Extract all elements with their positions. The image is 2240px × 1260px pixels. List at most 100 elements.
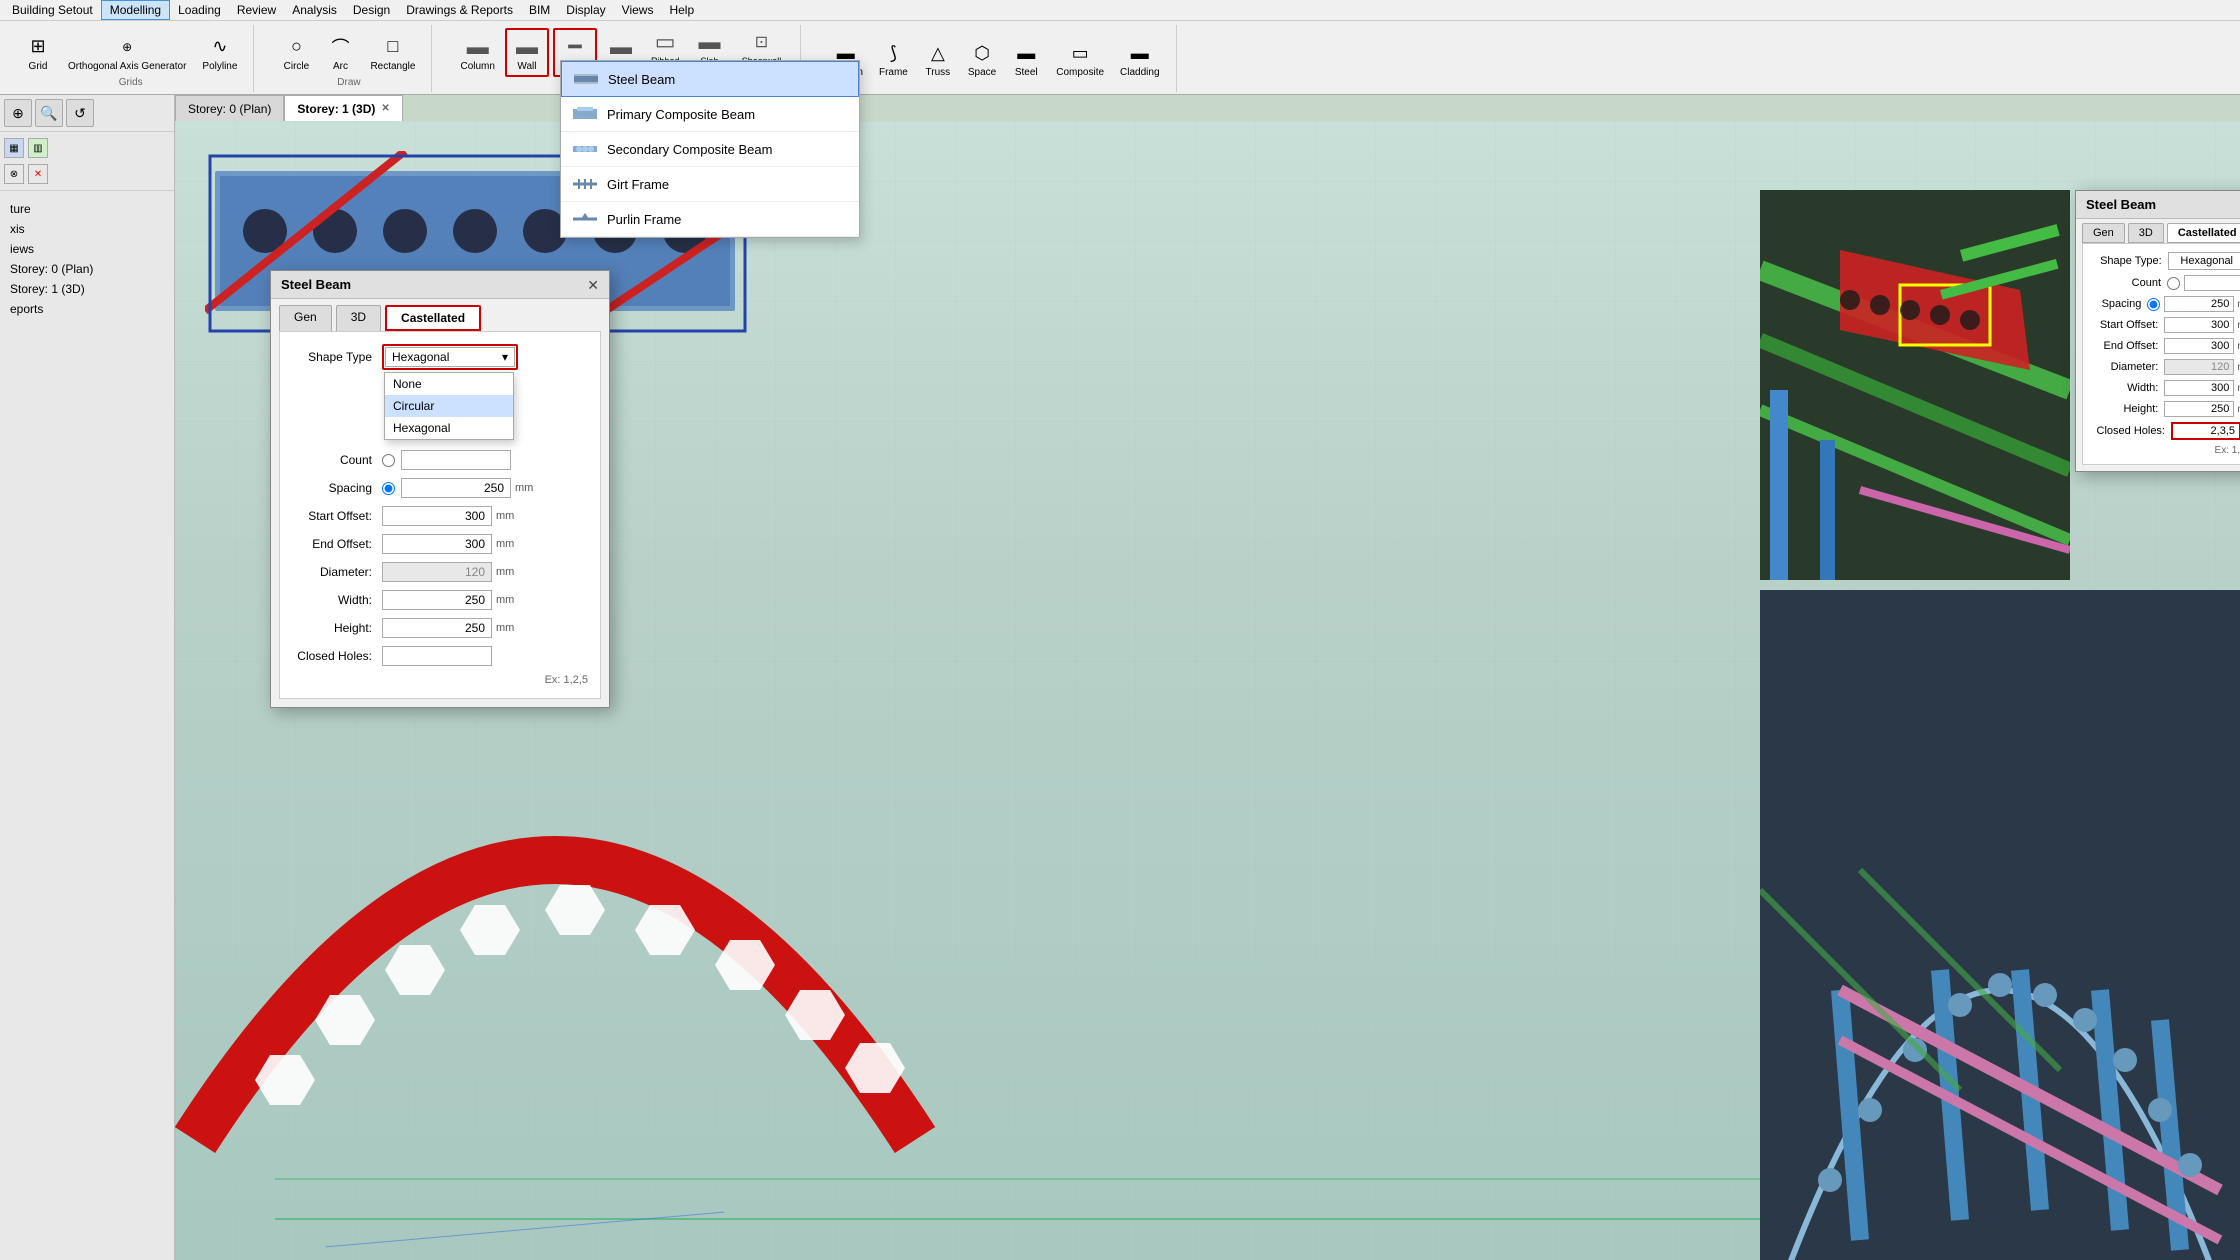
right-count-input[interactable] — [2184, 275, 2240, 291]
draw-group-label: Draw — [337, 77, 360, 88]
menu-bim[interactable]: BIM — [521, 1, 558, 19]
start-offset-input[interactable] — [382, 506, 492, 526]
beam-dropdown-steel-beam[interactable]: Steel Beam — [561, 61, 859, 97]
dialog-main-close[interactable]: ✕ — [587, 278, 599, 292]
grids-buttons: ⊞ Grid ⊕ Orthogonal Axis Generator ∿ Pol… — [18, 30, 243, 75]
spacing-label: Spacing — [292, 481, 382, 495]
dialog-tab-3d[interactable]: 3D — [336, 305, 381, 331]
right-spacing-radio[interactable] — [2147, 298, 2160, 311]
beam-icon: ━ — [561, 33, 589, 61]
steel-label: Steel — [1015, 67, 1038, 78]
column-button-rc[interactable]: ▬ Column — [454, 30, 500, 75]
count-radio[interactable] — [382, 454, 395, 467]
count-input[interactable] — [401, 450, 511, 470]
left-icon-3[interactable]: ⊗ — [4, 164, 24, 184]
right-closed-holes-input[interactable] — [2171, 422, 2240, 440]
right-shape-select[interactable]: Hexagonal None Circular — [2168, 252, 2240, 270]
left-item-xis[interactable]: xis — [8, 219, 166, 239]
spacing-radio[interactable] — [382, 482, 395, 495]
menu-review[interactable]: Review — [229, 1, 284, 19]
shape-type-arrow: ▾ — [502, 350, 508, 364]
composite-button[interactable]: ▭ Composite — [1050, 36, 1110, 81]
shape-type-row: Shape Type Hexagonal ▾ None Circular Hex… — [292, 344, 588, 370]
spacing-input[interactable] — [401, 478, 511, 498]
grid-button[interactable]: ⊞ Grid — [18, 30, 58, 75]
closed-holes-input[interactable] — [382, 646, 492, 666]
right-count-label: Count — [2091, 277, 2167, 289]
girt-icon — [573, 175, 597, 193]
left-toolbar-btn-2[interactable]: 🔍 — [35, 99, 63, 127]
right-height-input[interactable] — [2164, 401, 2234, 417]
beam-dropdown-girt[interactable]: Girt Frame — [561, 167, 859, 202]
left-item-reports[interactable]: eports — [8, 299, 166, 319]
storey-tab-1[interactable]: Storey: 1 (3D) ✕ — [284, 95, 402, 121]
cladding-button[interactable]: ▬ Cladding — [1114, 36, 1165, 81]
storey-tab-0[interactable]: Storey: 0 (Plan) — [175, 95, 284, 121]
end-offset-unit: mm — [496, 538, 514, 550]
right-tab-castellated[interactable]: Castellated — [2167, 223, 2240, 243]
right-start-offset-input[interactable] — [2164, 317, 2234, 333]
dialog-tab-gen[interactable]: Gen — [279, 305, 332, 331]
right-tab-3d[interactable]: 3D — [2128, 223, 2164, 243]
right-spacing-input[interactable] — [2164, 296, 2234, 312]
right-tab-gen[interactable]: Gen — [2082, 223, 2125, 243]
left-item-ture[interactable]: ture — [8, 199, 166, 219]
shape-option-none[interactable]: None — [385, 373, 513, 395]
viewport-3d-right — [1760, 190, 2070, 580]
left-icon-2[interactable]: ▥ — [28, 138, 48, 158]
shape-option-circular[interactable]: Circular — [385, 395, 513, 417]
left-icon-1[interactable]: ▦ — [4, 138, 24, 158]
beam-dropdown-primary[interactable]: Primary Composite Beam — [561, 97, 859, 132]
diameter-input[interactable] — [382, 562, 492, 582]
right-count-radio[interactable] — [2167, 277, 2180, 290]
steel-button[interactable]: ▬ Steel — [1006, 36, 1046, 81]
menu-views[interactable]: Views — [614, 1, 662, 19]
space-button[interactable]: ⬡ Space — [962, 36, 1002, 81]
menu-help[interactable]: Help — [661, 1, 702, 19]
menu-loading[interactable]: Loading — [170, 1, 229, 19]
left-item-storey0[interactable]: Storey: 0 (Plan) — [8, 259, 166, 279]
menu-drawings[interactable]: Drawings & Reports — [398, 1, 521, 19]
right-width-input[interactable] — [2164, 380, 2234, 396]
menu-design[interactable]: Design — [345, 1, 398, 19]
truss-button[interactable]: △ Truss — [918, 36, 958, 81]
menu-building-setout[interactable]: Building Setout — [4, 1, 101, 19]
menu-modelling[interactable]: Modelling — [101, 0, 170, 20]
end-offset-input[interactable] — [382, 534, 492, 554]
left-item-storey1[interactable]: Storey: 1 (3D) — [8, 279, 166, 299]
dialog-right-title: Steel Beam — [2086, 197, 2156, 212]
polyline-button[interactable]: ∿ Polyline — [196, 30, 243, 75]
width-input[interactable] — [382, 590, 492, 610]
right-end-offset-input[interactable] — [2164, 338, 2234, 354]
right-diameter-input[interactable] — [2164, 359, 2234, 375]
beam-dropdown-purlin[interactable]: Purlin Frame — [561, 202, 859, 237]
rectangle-button[interactable]: □ Rectangle — [364, 30, 421, 75]
circle-label: Circle — [284, 61, 310, 72]
storey-tabs: Storey: 0 (Plan) Storey: 1 (3D) ✕ — [175, 95, 403, 121]
left-toolbar-btn-3[interactable]: ↺ — [66, 99, 94, 127]
axis-generator-button[interactable]: ⊕ Orthogonal Axis Generator — [62, 30, 192, 75]
height-input[interactable] — [382, 618, 492, 638]
left-toolbar-btn-1[interactable]: ⊕ — [4, 99, 32, 127]
width-unit: mm — [496, 594, 514, 606]
left-item-iews[interactable]: iews — [8, 239, 166, 259]
start-offset-unit: mm — [496, 510, 514, 522]
height-row: Height: mm — [292, 618, 588, 638]
primary-beam-svg — [573, 105, 597, 123]
shape-type-select-display[interactable]: Hexagonal ▾ — [385, 347, 515, 367]
circle-button[interactable]: ○ Circle — [276, 30, 316, 75]
frame-button[interactable]: ⟆ Frame — [873, 36, 914, 81]
storey-tab-1-close[interactable]: ✕ — [381, 103, 389, 114]
shape-option-hexagonal[interactable]: Hexagonal — [385, 417, 513, 439]
truss-icon: △ — [924, 39, 952, 67]
menu-analysis[interactable]: Analysis — [284, 1, 345, 19]
menu-display[interactable]: Display — [558, 1, 613, 19]
right-closed-holes-row: Closed Holes: — [2091, 422, 2240, 440]
primary-beam-label: Primary Composite Beam — [607, 107, 755, 122]
dialog-tab-castellated[interactable]: Castellated — [385, 305, 481, 331]
beam-dropdown-secondary[interactable]: Secondary Composite Beam — [561, 132, 859, 167]
right-shape-label: Shape Type: — [2091, 255, 2168, 267]
wall-button[interactable]: ▬ Wall — [505, 28, 549, 77]
left-icon-x[interactable]: ✕ — [28, 164, 48, 184]
arc-button[interactable]: ⌒ Arc — [320, 30, 360, 75]
